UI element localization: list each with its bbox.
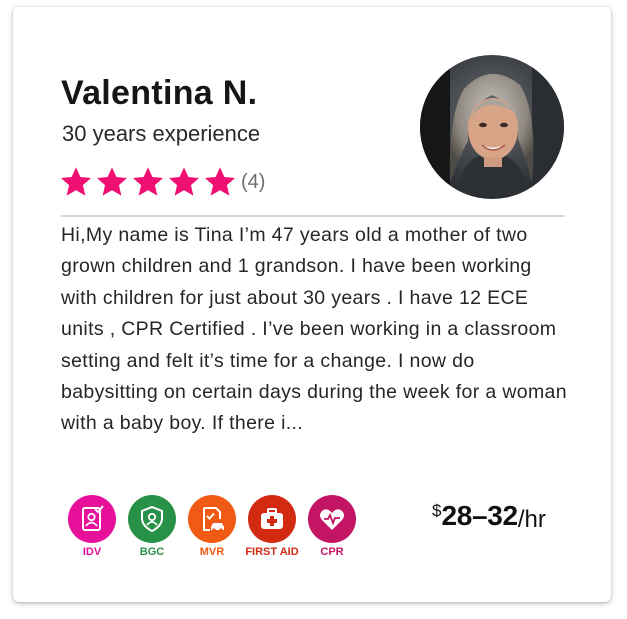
id-verified-icon xyxy=(68,495,116,543)
divider xyxy=(61,215,565,217)
avatar-photo xyxy=(420,55,564,199)
star-icon xyxy=(96,167,128,196)
badge-label: IDV xyxy=(82,546,102,558)
experience-text: 30 years experience xyxy=(62,121,261,146)
badge-label: CPR xyxy=(320,546,344,558)
badge-label: MVR xyxy=(199,546,225,558)
badge-idv[interactable]: IDV xyxy=(67,495,117,559)
caregiver-avatar[interactable] xyxy=(420,55,564,199)
star-icon xyxy=(168,167,200,196)
verification-badges: IDV BGC MVR FIRST AID CPR xyxy=(67,495,367,559)
price-range: 28–32 xyxy=(441,500,518,531)
badge-label: BGC xyxy=(139,546,165,558)
first-aid-kit-icon xyxy=(248,495,296,543)
star-icon xyxy=(204,167,236,196)
heart-pulse-icon xyxy=(308,495,356,543)
background-check-icon xyxy=(128,495,176,543)
star-icon xyxy=(60,167,92,196)
badge-label: FIRST AID xyxy=(245,546,299,558)
bio-text: Hi,My name is Tina I’m 47 years old a mo… xyxy=(61,224,567,435)
badge-first-aid[interactable]: FIRST AID xyxy=(245,495,299,559)
rating: (4) xyxy=(59,164,265,200)
star-icon xyxy=(132,167,164,196)
price-unit: /hr xyxy=(517,506,546,533)
badge-mvr[interactable]: MVR xyxy=(187,495,237,559)
caregiver-name[interactable]: Valentina N. xyxy=(61,73,257,113)
hourly-rate: $ 28–32 /hr xyxy=(432,500,546,536)
caregiver-card[interactable]: Valentina N. 30 years experience (4) Hi,… xyxy=(13,7,611,602)
review-count[interactable]: (4) xyxy=(241,170,265,194)
motor-vehicle-record-icon xyxy=(188,495,236,543)
badge-cpr[interactable]: CPR xyxy=(307,495,357,559)
badge-bgc[interactable]: BGC xyxy=(127,495,177,559)
price-currency: $ xyxy=(432,501,442,520)
